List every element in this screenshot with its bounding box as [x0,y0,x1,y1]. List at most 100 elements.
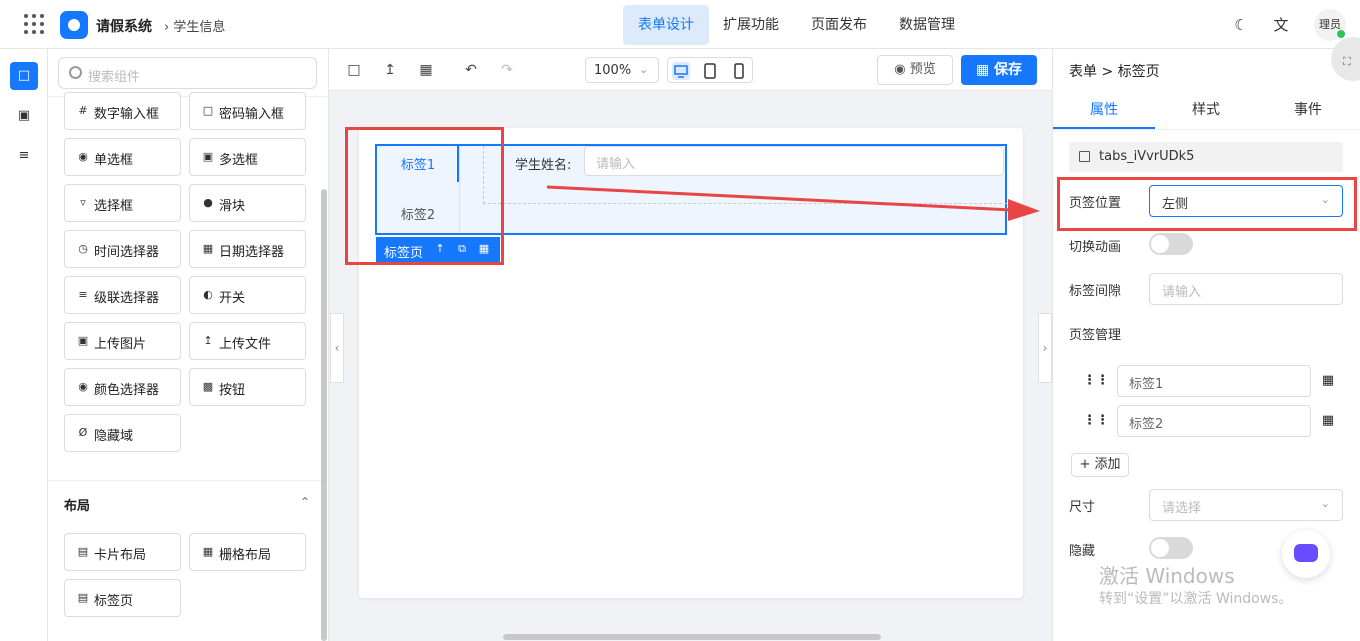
component-password-input[interactable]: □ 密码输入框 [189,92,306,130]
tab-events[interactable]: 事件 [1257,99,1359,119]
breadcrumb-page: 学生信息 [173,20,226,35]
component-cascader[interactable]: ≡ 级联选择器 [64,276,181,314]
component-slider[interactable]: ● 滑块 [189,184,306,222]
undo-icon[interactable]: ↶ [462,61,480,79]
app-logo [60,11,88,39]
left-rail: □ ▣ ≡ [0,49,48,641]
drag-handle-icon[interactable]: ⋮⋮ [1083,413,1109,429]
translate-icon[interactable]: 文 [1272,16,1290,34]
component-number-input[interactable]: # 数字输入框 [64,92,181,130]
zoom-select[interactable]: 100% ⌄ [585,57,659,83]
zoom-value: 100% [594,63,632,78]
card-icon: ▤ [77,545,89,558]
chevron-up-icon[interactable]: ⌃ [300,495,310,509]
tab-item-value: 标签1 [1129,377,1164,392]
tab-item-input[interactable]: 标签2 [1117,405,1311,437]
component-switch[interactable]: ◐ 开关 [189,276,306,314]
tab-publish[interactable]: 页面发布 [800,5,878,45]
code-icon[interactable]: □ [345,61,363,79]
hidden-toggle[interactable] [1149,537,1193,559]
component-card-layout[interactable]: ▤ 卡片布局 [64,533,181,571]
component-label: 卡片布局 [94,548,147,563]
component-label: 级联选择器 [94,291,160,306]
save-icon: ▦ [975,62,990,78]
component-label: 选择框 [94,199,134,214]
canvas-scrollbar[interactable] [503,634,881,640]
tab-item-input[interactable]: 标签1 [1117,365,1311,397]
component-date-picker[interactable]: ▦ 日期选择器 [189,230,306,268]
manage-label: 页签管理 [1069,328,1122,343]
component-label: 标签页 [94,594,134,609]
redo-icon[interactable]: ↷ [498,61,516,79]
assistant-bot-button[interactable] [1282,530,1330,578]
component-label: 隐藏域 [94,429,134,444]
size-select[interactable]: 请选择 ⌄ [1149,489,1343,521]
chevron-down-icon: ⌄ [1320,497,1330,510]
component-select[interactable]: ▿ 选择框 [64,184,181,222]
layout-section-title[interactable]: 布局 [64,495,90,514]
component-button[interactable]: ▩ 按钮 [189,368,306,406]
component-upload-image[interactable]: ▣ 上传图片 [64,322,181,360]
divider [1053,129,1360,130]
desktop-icon[interactable] [672,62,690,80]
preview-label: 预览 [909,62,936,77]
dark-mode-icon[interactable]: ☾ [1232,16,1250,34]
device-switcher [667,57,753,83]
canvas-toolbar: □ ↥ ▦ ↶ ↷ 100% ⌄ ◉ 预览 ▦ 保存 [329,49,1053,91]
app-grid-icon[interactable] [24,14,44,34]
animation-toggle[interactable] [1149,233,1193,255]
tab-form-design[interactable]: 表单设计 [623,5,709,45]
tab-style[interactable]: 样式 [1155,99,1257,119]
trash-icon[interactable]: ▦ [1321,413,1335,429]
collapse-left-button[interactable]: ‹ [330,313,344,383]
upload-icon: ↥ [203,334,213,347]
animation-label: 切换动画 [1069,240,1122,255]
image-icon: ▣ [77,334,89,347]
breadcrumb[interactable]: › 学生信息 [164,16,225,35]
component-tabs[interactable]: ▤ 标签页 [64,579,181,617]
component-label: 上传文件 [219,337,272,352]
data-source-icon[interactable]: ▣ [10,102,38,130]
field-label: 学生姓名: [515,158,572,173]
add-tab-button[interactable]: + 添加 [1071,453,1129,477]
export-icon[interactable]: ↥ [381,61,399,79]
component-color-picker[interactable]: ◉ 颜色选择器 [64,368,181,406]
trash-icon[interactable]: ▦ [417,61,435,79]
component-radio[interactable]: ◉ 单选框 [64,138,181,176]
slider-icon: ● [203,196,213,209]
search-placeholder: 搜索组件 [88,70,141,85]
component-label: 上传图片 [94,337,147,352]
gap-input[interactable]: 请输入 [1149,273,1343,305]
save-button[interactable]: ▦ 保存 [961,55,1037,85]
grid-icon: ▦ [202,545,214,558]
drag-handle-icon[interactable]: ⋮⋮ [1083,373,1109,389]
component-label: 按钮 [219,383,246,398]
component-hidden-field[interactable]: Ø 隐藏域 [64,414,181,452]
component-checkbox[interactable]: ▣ 多选框 [189,138,306,176]
trash-icon[interactable]: ▦ [1321,373,1335,389]
avatar[interactable]: 理员 [1314,9,1346,41]
components-icon[interactable]: □ [10,62,38,90]
top-header: 请假系统 › 学生信息 表单设计 扩展功能 页面发布 数据管理 ☾ 文 理员 [0,0,1360,49]
tab-properties[interactable]: 属性 [1053,99,1155,119]
component-icon [1079,151,1090,162]
mobile-icon[interactable] [730,62,748,80]
collapse-right-button[interactable]: › [1038,313,1052,383]
size-placeholder: 请选择 [1162,501,1202,516]
outline-tree-icon[interactable]: ≡ [10,142,38,170]
search-input[interactable]: 搜索组件 [58,57,317,89]
gap-label: 标签间隙 [1069,284,1122,299]
component-upload-file[interactable]: ↥ 上传文件 [189,322,306,360]
radio-icon: ◉ [78,150,88,163]
divider [48,480,324,481]
select-icon: ▿ [80,196,86,209]
tab-extensions[interactable]: 扩展功能 [712,5,790,45]
tablet-icon[interactable] [701,62,719,80]
tab-data-manage[interactable]: 数据管理 [888,5,966,45]
component-time-picker[interactable]: ◷ 时间选择器 [64,230,181,268]
student-name-input[interactable]: 请输入 [584,146,1004,176]
component-grid-layout[interactable]: ▦ 栅格布局 [189,533,306,571]
input-placeholder: 请输入 [596,157,636,172]
panel-scrollbar[interactable] [321,189,327,641]
preview-button[interactable]: ◉ 预览 [877,55,953,85]
